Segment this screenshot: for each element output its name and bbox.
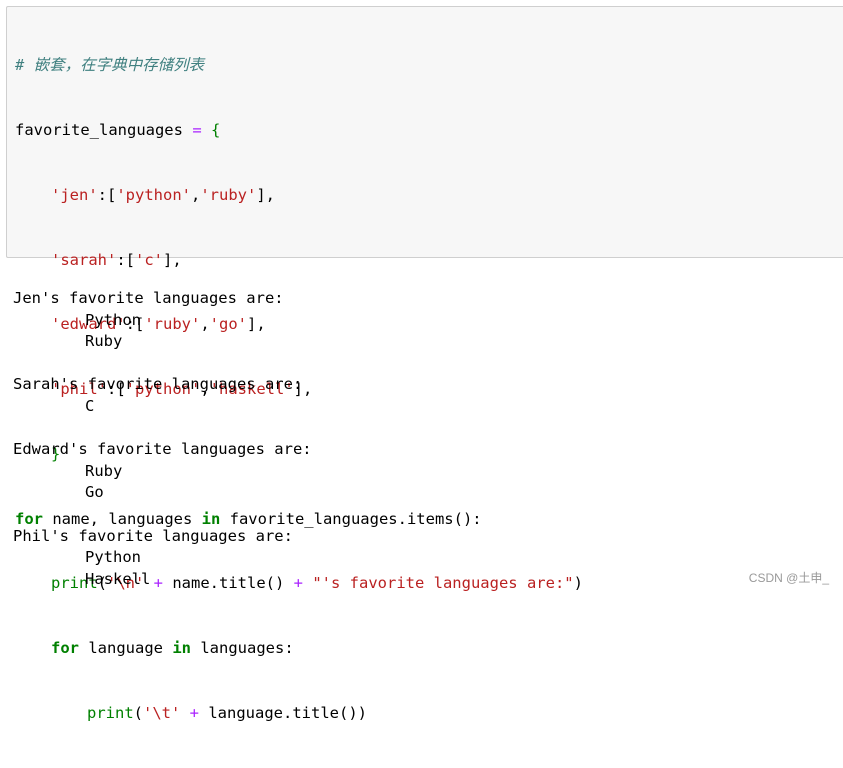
code-builtin-print: print [87, 704, 134, 722]
output-line: Go [85, 483, 104, 502]
output-line: Sarah's favorite languages are: [13, 375, 303, 394]
output-line: Phil's favorite languages are: [13, 526, 293, 545]
watermark: CSDN @土申_ [748, 571, 829, 585]
code-identifiers: language [79, 639, 173, 658]
code-punct: ) [573, 574, 583, 593]
code-assign-op: = [182, 120, 211, 139]
code-line-print2: print('\t' + language.title()) [15, 703, 583, 725]
code-punct: :[ [97, 185, 117, 204]
output-line: Ruby [85, 332, 123, 351]
output-line: Haskell [85, 569, 151, 588]
code-punct: :[ [116, 250, 135, 269]
code-string: 'ruby' [200, 185, 257, 204]
code-string: "'s favorite languages are:" [312, 574, 574, 593]
code-punct: ) [357, 704, 367, 722]
code-string: 'jen' [51, 185, 98, 204]
code-comment: # 嵌套，在字典中存储列表 [15, 56, 205, 75]
code-string: '\t' [143, 704, 181, 722]
code-open-brace: { [210, 120, 221, 139]
output-line: Python [85, 310, 141, 329]
output-line: C [85, 396, 95, 415]
code-string: 'python' [116, 185, 191, 204]
code-line-dict-open: favorite_languages = { [15, 120, 583, 142]
code-plus-op: + [180, 704, 209, 722]
code-punct: ], [163, 250, 182, 269]
output-line: Python [85, 548, 141, 567]
code-punct: ], [256, 185, 276, 204]
cell-output: Jen's favorite languages are: Python Ruby S… [13, 288, 312, 590]
code-keyword-in: in [172, 639, 191, 658]
code-expression: language.title() [208, 704, 358, 722]
code-iterable: languages: [191, 639, 294, 658]
code-line-entry-sarah: 'sarah':['c'], [15, 250, 583, 272]
code-line-comment: # 嵌套，在字典中存储列表 [15, 55, 583, 77]
code-line-for2: for language in languages: [15, 638, 583, 660]
output-line: Jen's favorite languages are: [13, 289, 284, 307]
code-var-name: favorite_languages [15, 120, 183, 139]
code-string: 'sarah' [51, 250, 117, 269]
output-line: Edward's favorite languages are: [13, 440, 312, 459]
code-string: 'c' [135, 250, 163, 269]
code-line-entry-jen: 'jen':['python','ruby'], [15, 185, 583, 207]
code-punct: , [191, 185, 201, 204]
code-punct: ( [133, 704, 144, 722]
code-cell[interactable]: # 嵌套，在字典中存储列表 favorite_languages = { 'je… [6, 6, 843, 722]
output-line: Ruby [85, 461, 123, 480]
code-keyword-for: for [51, 639, 79, 658]
